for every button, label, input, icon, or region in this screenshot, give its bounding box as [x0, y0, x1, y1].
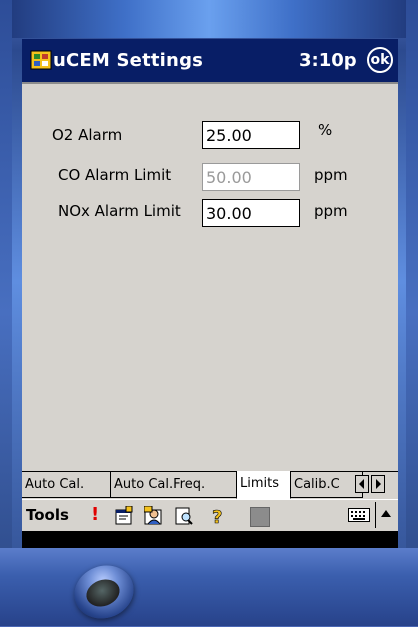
co-alarm-field: 50.00	[202, 163, 300, 191]
settings-panel: O2 Alarm 25.00 % CO Alarm Limit 50.00 pp…	[22, 84, 398, 471]
square-icon[interactable]	[250, 507, 270, 527]
device-bezel-right	[406, 0, 418, 626]
triangle-left-icon	[359, 479, 364, 489]
title-bar: uCEM Settings 3:10p ok	[22, 39, 398, 82]
clock[interactable]: 3:10p	[299, 50, 357, 71]
alert-icon[interactable]: !	[91, 504, 99, 525]
tools-menu[interactable]: Tools	[26, 506, 69, 524]
co-alarm-unit: ppm	[314, 166, 348, 184]
device-bezel-left	[0, 0, 12, 626]
tab-limits[interactable]: Limits	[236, 471, 291, 499]
tab-scroll-left-button[interactable]	[355, 475, 369, 493]
tab-scroll-right-button[interactable]	[371, 475, 385, 493]
properties-icon[interactable]	[114, 506, 134, 526]
sip-up-arrow-icon[interactable]	[380, 509, 392, 519]
co-alarm-label: CO Alarm Limit	[58, 166, 172, 184]
tab-auto-cal-freq[interactable]: Auto Cal.Freq.	[111, 472, 237, 498]
device-screen: uCEM Settings 3:10p ok O2 Alarm 25.00 % …	[22, 39, 398, 548]
device-bezel-top	[0, 0, 418, 38]
tab-auto-cal[interactable]: Auto Cal.	[22, 472, 111, 498]
o2-alarm-unit: %	[318, 121, 333, 139]
start-menu-icon[interactable]	[30, 49, 52, 71]
tab-bar: Auto Cal. Auto Cal.Freq. Limits Calib.C	[22, 471, 398, 499]
nox-alarm-field[interactable]: 30.00	[202, 199, 300, 227]
sip-divider	[375, 502, 376, 528]
device-bezel-bottom	[0, 548, 418, 626]
user-icon[interactable]	[144, 506, 164, 526]
app-title: uCEM Settings	[53, 50, 204, 71]
command-bar: Tools ! ?	[22, 499, 398, 532]
keyboard-icon[interactable]	[348, 508, 370, 522]
screen-bottom-edge	[22, 531, 398, 548]
triangle-right-icon	[376, 479, 381, 489]
nox-alarm-label: NOx Alarm Limit	[58, 202, 181, 220]
o2-alarm-field[interactable]: 25.00	[202, 121, 300, 149]
nox-alarm-unit: ppm	[314, 202, 348, 220]
ok-button[interactable]: ok	[367, 47, 393, 73]
o2-alarm-label: O2 Alarm	[52, 126, 123, 144]
tab-calib[interactable]: Calib.C	[291, 472, 363, 498]
svg-text:?: ?	[212, 507, 222, 526]
help-icon[interactable]: ?	[208, 506, 228, 526]
find-icon[interactable]	[174, 506, 194, 526]
